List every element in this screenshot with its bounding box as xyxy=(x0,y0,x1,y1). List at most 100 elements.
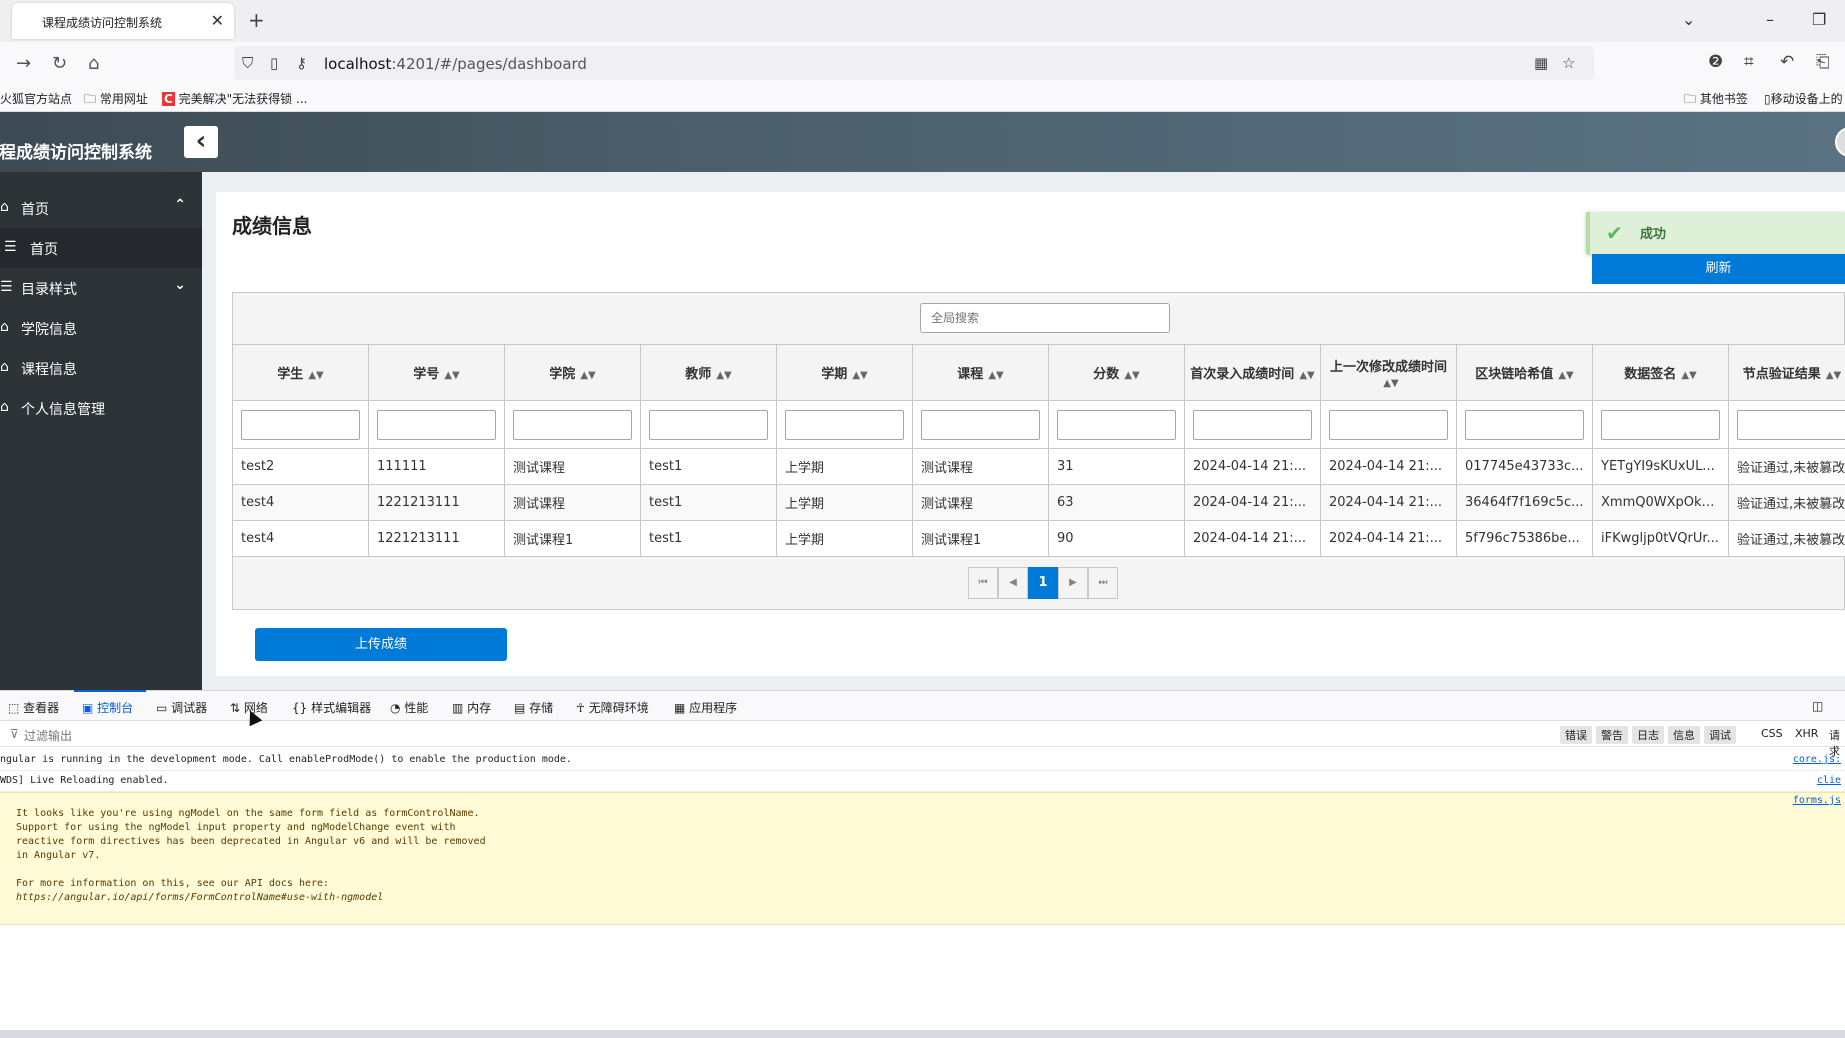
console-icon: ▣ xyxy=(82,701,98,715)
folder-icon: 🗀 xyxy=(1684,92,1700,106)
close-tab-icon[interactable]: ✕ xyxy=(211,11,224,30)
address-bar[interactable]: ⛉ ▯ ⚷ localhost:4201/#/pages/dashboard ▦… xyxy=(234,46,1594,80)
url-text[interactable]: localhost:4201/#/pages/dashboard xyxy=(324,55,587,73)
sidebar-item-home[interactable]: ☰ 首页 xyxy=(0,228,202,268)
bookmark-star-icon[interactable]: ☆ xyxy=(1562,54,1575,72)
browser-tab[interactable]: 课程成绩访问控制系统 ✕ xyxy=(12,3,234,39)
sort-icon: ▲▼ xyxy=(988,370,1004,381)
column-filter-input[interactable] xyxy=(1465,409,1584,440)
column-header-last-modified-time[interactable]: 上一次修改成绩时间▲▼ xyxy=(1320,344,1457,401)
shield-icon[interactable]: ⛉ xyxy=(242,54,253,72)
level-debug-toggle[interactable]: 调试 xyxy=(1704,726,1736,744)
home-icon[interactable]: ⌂ xyxy=(88,53,99,74)
column-filter-input[interactable] xyxy=(1601,409,1720,440)
sidebar-collapse-button[interactable]: ‹ xyxy=(184,126,218,158)
sidebar-item-label: 个人信息管理 xyxy=(21,402,105,418)
column-filter-input[interactable] xyxy=(1193,409,1312,440)
table-cell: 2024-04-14 21:... xyxy=(1184,448,1321,485)
column-header-first-entry-time[interactable]: 首次录入成绩时间 ▲▼ xyxy=(1184,344,1321,401)
app-title: 课程成绩访问控制系统 xyxy=(0,143,152,163)
sidebar-item-profile[interactable]: ⌂ 个人信息管理 xyxy=(0,388,202,428)
tab-style-editor[interactable]: {} 样式编辑器 xyxy=(292,699,371,716)
tab-debugger[interactable]: ▭ 调试器 xyxy=(156,699,207,716)
minimize-icon[interactable]: – xyxy=(1766,10,1774,29)
tab-list-chevron-icon[interactable]: ⌄ xyxy=(1682,10,1695,29)
tab-inspector[interactable]: ⬚ 查看器 xyxy=(8,699,59,716)
column-header-verification[interactable]: 节点验证结果 ▲▼ xyxy=(1728,344,1845,401)
column-filter-input[interactable] xyxy=(377,409,496,440)
log-source-link[interactable]: core.js: xyxy=(1793,754,1841,765)
log-source-link[interactable]: forms.js xyxy=(1793,795,1841,806)
tab-performance[interactable]: ◔ 性能 xyxy=(390,699,428,716)
next-page-button[interactable]: ▶ xyxy=(1058,567,1088,599)
column-header-student-id[interactable]: 学号 ▲▼ xyxy=(368,344,505,401)
sidebar-item-home-group[interactable]: ⌂ 首页 ⌃ xyxy=(0,188,202,228)
column-filter-input[interactable] xyxy=(649,409,768,440)
column-filter-input[interactable] xyxy=(1057,409,1176,440)
table-row[interactable]: test4 1221213111 测试课程 test1 上学期 测试课程 63 … xyxy=(232,484,1845,521)
column-header-college[interactable]: 学院 ▲▼ xyxy=(504,344,641,401)
reload-icon[interactable]: ↻ xyxy=(52,53,67,74)
tab-console[interactable]: ▣ 控制台 xyxy=(82,699,133,716)
forward-icon[interactable]: → xyxy=(16,53,31,74)
api-docs-link[interactable]: https://angular.io/api/forms/FormControl… xyxy=(16,892,383,903)
sidebar-item-college[interactable]: ⌂ 学院信息 xyxy=(0,308,202,348)
column-header-score[interactable]: 分数 ▲▼ xyxy=(1048,344,1185,401)
dock-side-icon[interactable]: ◫ xyxy=(1812,699,1823,713)
table-cell: 90 xyxy=(1048,520,1185,557)
sidebar-item-catalog-style[interactable]: ☰ 目录样式 ⌄ xyxy=(0,268,202,308)
filter-css-toggle[interactable]: CSS xyxy=(1756,726,1788,741)
column-header-semester[interactable]: 学期 ▲▼ xyxy=(776,344,913,401)
sidebar-item-course[interactable]: ⌂ 课程信息 xyxy=(0,348,202,388)
refresh-button[interactable]: 刷新 xyxy=(1592,254,1845,284)
qr-code-icon[interactable]: ▦ xyxy=(1534,54,1548,72)
tab-accessibility[interactable]: ☥ 无障碍环境 xyxy=(576,699,649,716)
restore-icon[interactable]: ❐ xyxy=(1812,10,1826,29)
extensions-icon[interactable]: ⎗ xyxy=(1816,52,1830,72)
column-filter-input[interactable] xyxy=(921,409,1040,440)
bookmark-folder[interactable]: 🗀 常用网址 xyxy=(84,90,148,111)
tab-memory[interactable]: ▥ 内存 xyxy=(452,699,491,716)
page-1-button[interactable]: 1 xyxy=(1028,567,1058,599)
column-header-blockchain-hash[interactable]: 区块链哈希值 ▲▼ xyxy=(1456,344,1593,401)
success-toast[interactable]: ✔ 成功 xyxy=(1586,212,1845,254)
column-filter-input[interactable] xyxy=(1329,409,1448,440)
filter-output-input[interactable]: 过滤输出 xyxy=(24,727,72,744)
undo-icon[interactable]: ↶ xyxy=(1780,52,1794,72)
column-filter-input[interactable] xyxy=(785,409,904,440)
column-filter-input[interactable] xyxy=(241,409,360,440)
global-search-input[interactable] xyxy=(920,303,1170,333)
table-row[interactable]: test2 111111 测试课程 test1 上学期 测试课程 31 2024… xyxy=(232,448,1845,485)
first-page-button[interactable]: ⏮ xyxy=(968,567,998,599)
tab-application[interactable]: ▦ 应用程序 xyxy=(674,699,737,716)
prev-page-button[interactable]: ◀ xyxy=(998,567,1028,599)
last-page-button[interactable]: ⏭ xyxy=(1088,567,1118,599)
upload-grades-button[interactable]: 上传成绩 xyxy=(255,628,507,661)
bookmark-item[interactable]: 火狐官方站点 xyxy=(0,90,72,107)
level-errors-toggle[interactable]: 错误 xyxy=(1560,726,1592,744)
column-header-teacher[interactable]: 教师 ▲▼ xyxy=(640,344,777,401)
log-source-link[interactable]: clie xyxy=(1817,775,1841,786)
table-row[interactable]: test4 1221213111 测试课程1 test1 上学期 测试课程1 9… xyxy=(232,520,1845,557)
crop-icon[interactable]: ⌗ xyxy=(1744,52,1754,72)
bookmark-item[interactable]: C 完美解决"无法获得锁 ... xyxy=(162,90,307,107)
bookmark-folder[interactable]: 🗀 其他书签 xyxy=(1684,90,1748,111)
key-icon[interactable]: ⚷ xyxy=(296,54,307,72)
filter-xhr-toggle[interactable]: XHR xyxy=(1790,726,1823,741)
new-tab-button[interactable]: + xyxy=(248,8,265,32)
bookmark-folder[interactable]: ▯移动设备上的 xyxy=(1764,90,1843,107)
toast-text: 成功 xyxy=(1640,227,1667,242)
tab-storage[interactable]: ▤ 存储 xyxy=(514,699,553,716)
column-header-student[interactable]: 学生 ▲▼ xyxy=(232,344,369,401)
level-info-toggle[interactable]: 信息 xyxy=(1668,726,1700,744)
paginator: ⏮ ◀ 1 ▶ ⏭ xyxy=(968,567,1122,599)
column-filter-input[interactable] xyxy=(513,409,632,440)
level-warnings-toggle[interactable]: 警告 xyxy=(1596,726,1628,744)
extension-badge-icon[interactable]: ❷ xyxy=(1708,52,1723,72)
column-header-signature[interactable]: 数据签名 ▲▼ xyxy=(1592,344,1729,401)
level-logs-toggle[interactable]: 日志 xyxy=(1632,726,1664,744)
grid-icon: ▦ xyxy=(674,701,690,715)
column-filter-input[interactable] xyxy=(1737,409,1845,440)
column-header-course[interactable]: 课程 ▲▼ xyxy=(912,344,1049,401)
sort-icon: ▲▼ xyxy=(1299,370,1315,381)
